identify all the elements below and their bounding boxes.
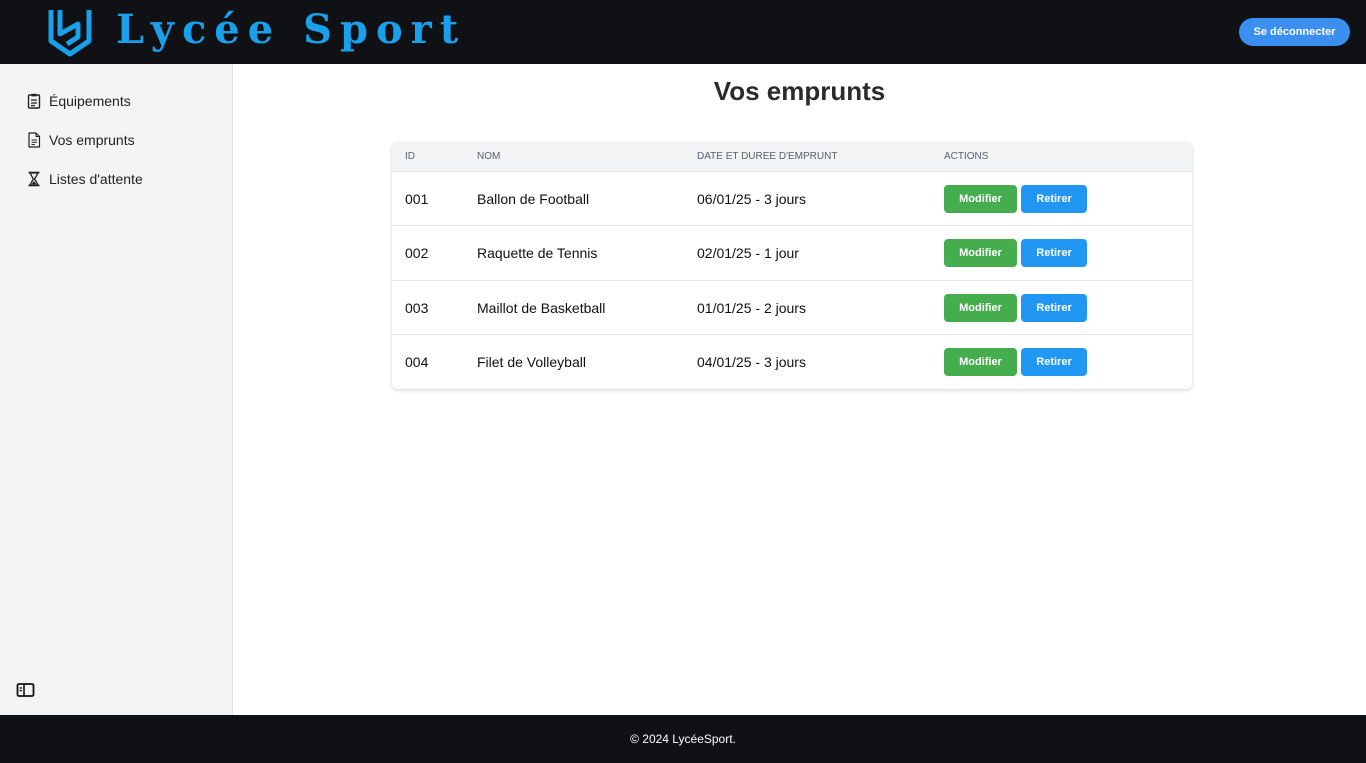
cell-date: 01/01/25 - 2 jours bbox=[697, 300, 806, 316]
modify-button[interactable]: Modifier bbox=[944, 185, 1017, 213]
column-header-date: DATE ET DUREE D'EMPRUNT bbox=[697, 151, 838, 162]
cell-id: 002 bbox=[405, 245, 429, 261]
column-header-id: ID bbox=[405, 151, 415, 162]
column-header-actions: ACTIONS bbox=[944, 151, 989, 162]
document-icon bbox=[28, 132, 41, 148]
footer-copyright: © 2024 LycéeSport. bbox=[630, 732, 736, 746]
clipboard-list-icon bbox=[27, 93, 41, 109]
modify-button[interactable]: Modifier bbox=[944, 239, 1017, 267]
table-header: ID NOM DATE ET DUREE D'EMPRUNT ACTIONS bbox=[392, 142, 1192, 171]
top-bar: Lycée Sport Se déconnecter bbox=[0, 0, 1366, 64]
sidebar-item-label: Équipements bbox=[49, 93, 131, 109]
table-row: 001 Ballon de Football 06/01/25 - 3 jour… bbox=[392, 171, 1192, 226]
remove-button[interactable]: Retirer bbox=[1021, 185, 1087, 213]
cell-name: Ballon de Football bbox=[477, 191, 590, 207]
footer: © 2024 LycéeSport. bbox=[0, 715, 1366, 763]
sidebar-toggle-icon[interactable] bbox=[16, 682, 35, 698]
cell-date: 04/01/25 - 3 jours bbox=[697, 354, 806, 370]
sidebar: Équipements Vos emprunts Listes d'attent… bbox=[0, 64, 233, 715]
cell-name: Filet de Volleyball bbox=[477, 354, 586, 370]
table-row: 002 Raquette de Tennis 02/01/25 - 1 jour… bbox=[392, 225, 1192, 280]
table-row: 004 Filet de Volleyball 04/01/25 - 3 jou… bbox=[392, 334, 1192, 389]
cell-name: Maillot de Basketball bbox=[477, 300, 606, 316]
cell-name: Raquette de Tennis bbox=[477, 245, 598, 261]
logo-shield-icon bbox=[48, 10, 92, 57]
remove-button[interactable]: Retirer bbox=[1021, 239, 1087, 267]
column-header-nom: NOM bbox=[477, 151, 501, 162]
loans-table: ID NOM DATE ET DUREE D'EMPRUNT ACTIONS 0… bbox=[392, 142, 1192, 389]
sidebar-item-equipements[interactable]: Équipements bbox=[0, 86, 232, 116]
cell-id: 001 bbox=[405, 191, 429, 207]
cell-date: 02/01/25 - 1 jour bbox=[697, 245, 799, 261]
table-row: 003 Maillot de Basketball 01/01/25 - 2 j… bbox=[392, 280, 1192, 335]
modify-button[interactable]: Modifier bbox=[944, 294, 1017, 322]
remove-button[interactable]: Retirer bbox=[1021, 348, 1087, 376]
logout-button[interactable]: Se déconnecter bbox=[1239, 18, 1350, 46]
sidebar-item-label: Listes d'attente bbox=[49, 171, 143, 187]
cell-date: 06/01/25 - 3 jours bbox=[697, 191, 806, 207]
sidebar-item-emprunts[interactable]: Vos emprunts bbox=[0, 125, 232, 155]
sidebar-item-label: Vos emprunts bbox=[49, 132, 135, 148]
page-title: Vos emprunts bbox=[713, 76, 886, 106]
sidebar-item-listes-attente[interactable]: Listes d'attente bbox=[0, 164, 232, 194]
cell-id: 003 bbox=[405, 300, 429, 316]
modify-button[interactable]: Modifier bbox=[944, 348, 1017, 376]
hourglass-icon bbox=[28, 171, 40, 187]
cell-id: 004 bbox=[405, 354, 429, 370]
brand-title: Lycée Sport bbox=[116, 6, 467, 53]
remove-button[interactable]: Retirer bbox=[1021, 294, 1087, 322]
